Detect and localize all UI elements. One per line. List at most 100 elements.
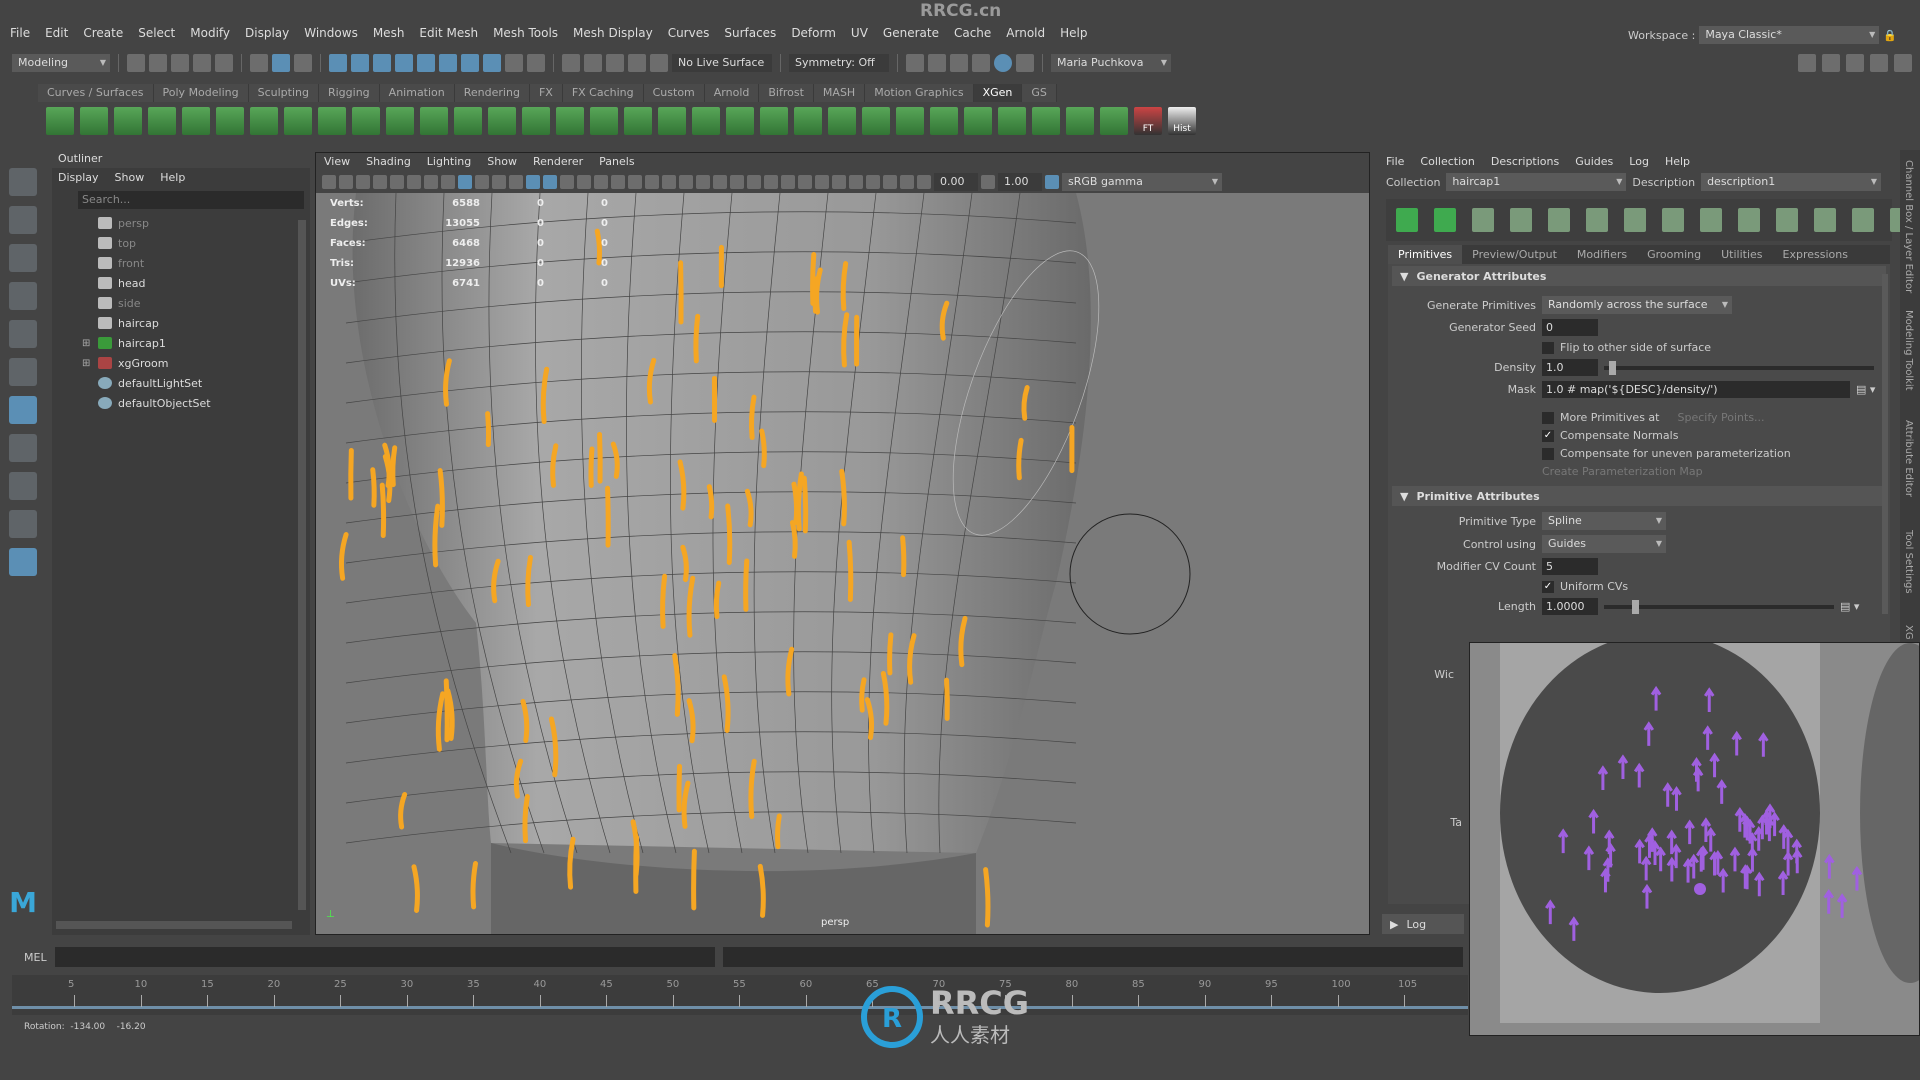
mel-label[interactable]: MEL	[24, 951, 47, 964]
xgen-shelf-tool-icon[interactable]	[352, 107, 380, 135]
xgen-menu-file[interactable]: File	[1386, 155, 1404, 168]
viewport-tool-icon[interactable]	[373, 175, 387, 189]
side-tab-attribute-editor[interactable]: Attribute Editor	[1903, 420, 1914, 497]
viewport-tool-icon[interactable]	[628, 175, 642, 189]
viewport-tool-icon[interactable]	[832, 175, 846, 189]
collection-dropdown[interactable]: haircap1	[1446, 173, 1627, 191]
xgen-scrollbar[interactable]	[1882, 274, 1888, 614]
menu-create[interactable]: Create	[83, 26, 123, 40]
xgen-tool-icon[interactable]	[1434, 208, 1456, 232]
undo-icon[interactable]	[193, 54, 211, 72]
single-view-icon[interactable]	[9, 434, 37, 462]
paint-select-icon[interactable]	[9, 244, 37, 272]
xgen-shelf-tool-icon[interactable]	[1032, 107, 1060, 135]
viewport-menu-view[interactable]: View	[324, 153, 350, 171]
menu-set-dropdown[interactable]: Modeling	[12, 54, 110, 72]
viewport-tool-icon[interactable]	[696, 175, 710, 189]
shelf-tab-animation[interactable]: Animation	[379, 84, 455, 102]
xgen-shelf-tool-icon[interactable]	[318, 107, 346, 135]
density-input[interactable]: 1.0	[1542, 359, 1598, 376]
menu-deform[interactable]: Deform	[791, 26, 836, 40]
menu-generate[interactable]: Generate	[883, 26, 939, 40]
uniform-cvs-checkbox[interactable]: ✓	[1542, 580, 1554, 593]
shelf-tab-gs[interactable]: GS	[1022, 84, 1057, 102]
xgen-shelf-tool-icon[interactable]	[46, 107, 74, 135]
snap-surface-icon[interactable]	[417, 54, 435, 72]
outliner-layout-icon[interactable]	[9, 548, 37, 576]
menu-arnold[interactable]: Arnold	[1006, 26, 1045, 40]
xgen-shelf-tool-icon[interactable]	[930, 107, 958, 135]
xgen-tab-preview-output[interactable]: Preview/Output	[1462, 245, 1567, 264]
four-view-icon[interactable]	[9, 472, 37, 500]
menu-mesh-tools[interactable]: Mesh Tools	[493, 26, 558, 40]
xgen-menu-collection[interactable]: Collection	[1420, 155, 1474, 168]
outliner-item-defaultobjectset[interactable]: defaultObjectSet	[52, 393, 310, 413]
viewport-tool-icon[interactable]	[662, 175, 676, 189]
pause-icon[interactable]	[1016, 54, 1034, 72]
xgen-shelf-tool-icon[interactable]	[828, 107, 856, 135]
rotate-tool-icon[interactable]	[9, 320, 37, 348]
shelf-tab-poly-modeling[interactable]: Poly Modeling	[153, 84, 249, 102]
viewport-tool-icon[interactable]	[764, 175, 778, 189]
outliner-item-defaultlightset[interactable]: defaultLightSet	[52, 373, 310, 393]
magnet-icon[interactable]	[650, 54, 668, 72]
more-primitives-checkbox[interactable]	[1542, 411, 1554, 424]
xgen-shelf-tool-icon[interactable]	[556, 107, 584, 135]
snap-curve-icon[interactable]	[351, 54, 369, 72]
menu-windows[interactable]: Windows	[304, 26, 358, 40]
side-tab-tool-settings[interactable]: Tool Settings	[1903, 530, 1914, 594]
lasso-tool-icon[interactable]	[9, 206, 37, 234]
menu-file[interactable]: File	[10, 26, 30, 40]
shelf-tab-sculpting[interactable]: Sculpting	[248, 84, 319, 102]
modeling-toolkit-icon[interactable]	[1798, 54, 1816, 72]
viewport-tool-icon[interactable]	[917, 175, 931, 189]
xgen-tab-modifiers[interactable]: Modifiers	[1567, 245, 1637, 264]
expression-editor-icon[interactable]: ▤ ▾	[1840, 600, 1859, 613]
menu-mesh[interactable]: Mesh	[373, 26, 405, 40]
viewport-tool-icon[interactable]	[356, 175, 370, 189]
viewport-tool-icon[interactable]	[441, 175, 455, 189]
create-parameterization-map-button[interactable]: Create Parameterization Map	[1542, 465, 1703, 478]
xgen-tool-icon[interactable]	[1852, 208, 1874, 232]
select-tool-icon[interactable]	[9, 168, 37, 196]
input-ops-icon[interactable]	[584, 54, 602, 72]
viewport-tool-icon[interactable]	[866, 175, 880, 189]
viewport-tool-icon[interactable]	[645, 175, 659, 189]
output-ops-icon[interactable]	[606, 54, 624, 72]
xgen-shelf-tool-icon[interactable]	[1066, 107, 1094, 135]
channel-box-icon[interactable]	[1894, 54, 1912, 72]
viewport-tool-icon[interactable]	[390, 175, 404, 189]
viewport-tool-icon[interactable]	[458, 175, 472, 189]
generate-primitives-dropdown[interactable]: Randomly across the surface	[1542, 296, 1732, 314]
viewport-tool-icon[interactable]	[339, 175, 353, 189]
shelf-tab-motion-graphics[interactable]: Motion Graphics	[865, 84, 974, 102]
outliner-item-top[interactable]: top	[52, 233, 310, 253]
xgen-tab-primitives[interactable]: Primitives	[1388, 245, 1463, 264]
select-hierarchy-icon[interactable]	[250, 54, 268, 72]
outliner-hscrollbar[interactable]	[56, 921, 292, 929]
xgen-tool-icon[interactable]	[9, 396, 37, 424]
construction-icon[interactable]	[628, 54, 646, 72]
xgen-tool-icon[interactable]	[1586, 208, 1608, 232]
outliner-item-haircap1[interactable]: ⊞ haircap1	[52, 333, 310, 353]
outliner-item-persp[interactable]: persp	[52, 213, 310, 233]
specify-points-button[interactable]: Specify Points...	[1677, 411, 1764, 424]
viewport-tool-icon[interactable]	[322, 175, 336, 189]
snap-face-icon[interactable]	[461, 54, 479, 72]
side-tab-xg[interactable]: XG	[1903, 625, 1914, 640]
viewport-tool-icon[interactable]	[900, 175, 914, 189]
viewport-tool-icon[interactable]	[713, 175, 727, 189]
snap-vertex-icon[interactable]	[439, 54, 457, 72]
xgen-tool-icon[interactable]	[1624, 208, 1646, 232]
shelf-tab-curves-surfaces[interactable]: Curves / Surfaces	[38, 84, 154, 102]
xgen-shelf-tool-icon[interactable]	[692, 107, 720, 135]
xgen-shelf-tool-icon[interactable]	[148, 107, 176, 135]
workspace-dropdown[interactable]: Maya Classic*	[1699, 26, 1880, 44]
xgen-shelf-tool-icon[interactable]	[114, 107, 142, 135]
shelf-tab-mash[interactable]: MASH	[813, 84, 866, 102]
two-view-icon[interactable]	[9, 510, 37, 538]
render-frame-icon[interactable]	[928, 54, 946, 72]
xgen-menu-guides[interactable]: Guides	[1575, 155, 1613, 168]
xgen-shelf-tool-icon[interactable]	[386, 107, 414, 135]
side-tab-channel-box-layer-editor[interactable]: Channel Box / Layer Editor	[1903, 160, 1914, 293]
